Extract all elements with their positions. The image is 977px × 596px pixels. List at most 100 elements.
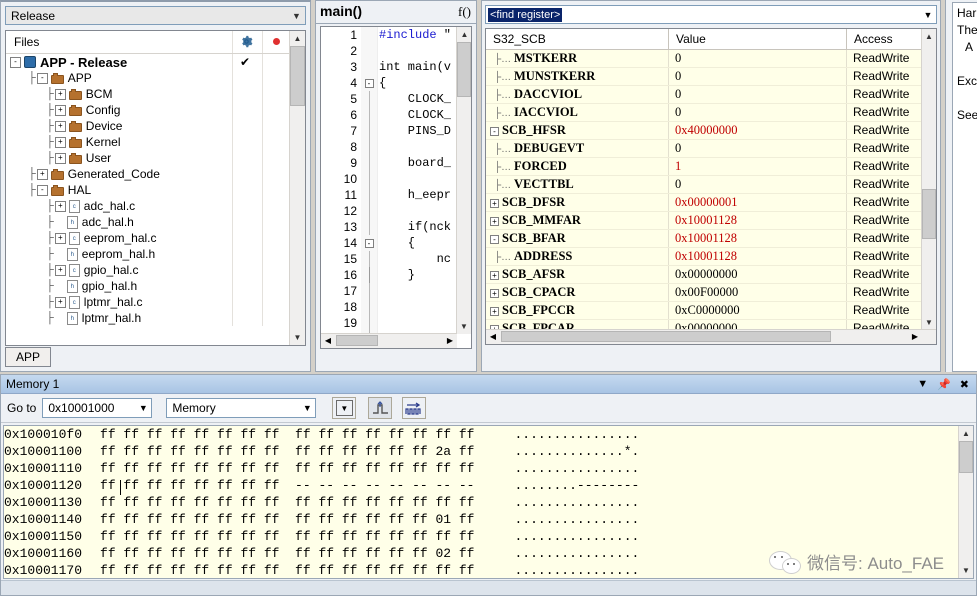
scroll-thumb[interactable]: [922, 189, 936, 239]
memory-address-input[interactable]: 0x10001000 ▼: [42, 398, 152, 418]
memory-row[interactable]: 0x10001100ff ff ff ff ff ff ff ff ff ff …: [4, 443, 973, 460]
chevron-down-icon[interactable]: ▼: [299, 403, 315, 413]
tree-item-eeprom-hal-c[interactable]: ├+ceeprom_hal.c: [6, 230, 305, 246]
tree-toggle-icon[interactable]: +: [55, 137, 66, 148]
register-row[interactable]: +SCB_AFSR0x00000000ReadWrite: [486, 266, 936, 284]
tree-item-generated-code[interactable]: ├+Generated_Code: [6, 166, 305, 182]
register-expand-icon[interactable]: +: [490, 307, 499, 316]
memory-bytes[interactable]: ff ff ff ff ff ff ff ff -- -- -- -- -- -…: [100, 478, 474, 493]
tree-toggle-icon[interactable]: +: [55, 201, 66, 212]
scroll-up-icon[interactable]: ▲: [457, 27, 472, 42]
tree-item-app-release[interactable]: -APP - Release✔: [6, 54, 305, 70]
memory-dropdown-button[interactable]: ▼: [332, 397, 356, 419]
close-icon[interactable]: ✖: [960, 378, 969, 391]
register-row[interactable]: ├…ADDRESS0x10001128ReadWrite: [486, 248, 936, 266]
register-row[interactable]: +SCB_CPACR0x00F00000ReadWrite: [486, 284, 936, 302]
tree-toggle-icon[interactable]: -: [10, 57, 21, 68]
memory-row[interactable]: 0x10001140ff ff ff ff ff ff ff ff ff ff …: [4, 511, 973, 528]
scroll-left-icon[interactable]: ◀: [486, 330, 500, 344]
scroll-thumb[interactable]: [959, 441, 973, 473]
memory-row[interactable]: 0x100010f0ff ff ff ff ff ff ff ff ff ff …: [4, 426, 973, 443]
fold-toggle-icon[interactable]: -: [361, 235, 377, 251]
chevron-down-icon[interactable]: ▼: [135, 403, 151, 413]
chevron-down-icon[interactable]: ▼: [920, 10, 936, 20]
registers-vertical-scrollbar[interactable]: ▲ ▼: [921, 29, 936, 330]
tree-toggle-icon[interactable]: +: [55, 89, 66, 100]
tree-toggle-icon[interactable]: +: [55, 265, 66, 276]
scroll-down-icon[interactable]: ▼: [457, 319, 471, 334]
fold-toggle-icon[interactable]: -: [361, 75, 377, 91]
editor-horizontal-scrollbar[interactable]: ◀ ▶: [321, 333, 457, 348]
tree-toggle-icon[interactable]: +: [55, 121, 66, 132]
register-expand-icon[interactable]: +: [490, 199, 499, 208]
tree-toggle-icon[interactable]: +: [37, 169, 48, 180]
register-row[interactable]: -SCB_BFAR0x10001128ReadWrite: [486, 230, 936, 248]
memory-row[interactable]: 0x10001150ff ff ff ff ff ff ff ff ff ff …: [4, 528, 973, 545]
register-row[interactable]: ├…IACCVIOL0ReadWrite: [486, 104, 936, 122]
register-row[interactable]: -SCB_HFSR0x40000000ReadWrite: [486, 122, 936, 140]
scroll-thumb[interactable]: [290, 46, 305, 106]
scroll-up-icon[interactable]: ▲: [922, 29, 936, 44]
registers-horizontal-scrollbar[interactable]: ◀ ▶: [486, 329, 936, 344]
register-row[interactable]: ├…FORCED1ReadWrite: [486, 158, 936, 176]
register-row[interactable]: ├…MUNSTKERR0ReadWrite: [486, 68, 936, 86]
tree-item-lptmr-hal-c[interactable]: ├+clptmr_hal.c: [6, 294, 305, 310]
scroll-right-icon[interactable]: ▶: [908, 330, 922, 344]
tree-item-adc-hal-c[interactable]: ├+cadc_hal.c: [6, 198, 305, 214]
register-expand-icon[interactable]: -: [490, 127, 499, 136]
tree-item-bcm[interactable]: ├+BCM: [6, 86, 305, 102]
gear-icon[interactable]: [240, 35, 253, 51]
editor-tab-main[interactable]: main(): [320, 3, 362, 19]
register-expand-icon[interactable]: +: [490, 217, 499, 226]
tree-item-eeprom-hal-h[interactable]: ├heeprom_hal.h: [6, 246, 305, 262]
red-dot-icon[interactable]: [273, 38, 280, 45]
register-expand-icon[interactable]: +: [490, 289, 499, 298]
tree-item-adc-hal-h[interactable]: ├hadc_hal.h: [6, 214, 305, 230]
tree-toggle-icon[interactable]: +: [55, 233, 66, 244]
register-row[interactable]: ├…VECTTBL0ReadWrite: [486, 176, 936, 194]
memory-bytes[interactable]: ff ff ff ff ff ff ff ff ff ff ff ff ff f…: [100, 563, 474, 578]
memory-row[interactable]: 0x10001170ff ff ff ff ff ff ff ff ff ff …: [4, 562, 973, 579]
tree-item-user[interactable]: ├+User: [6, 150, 305, 166]
register-row[interactable]: ├…MSTKERR0ReadWrite: [486, 50, 936, 68]
memory-bytes[interactable]: ff ff ff ff ff ff ff ff ff ff ff ff ff f…: [100, 512, 474, 527]
tree-toggle-icon[interactable]: -: [37, 73, 48, 84]
code-area[interactable]: 1234567891011121314151617181920 -- #incl…: [320, 26, 472, 349]
tree-item-app[interactable]: ├-APP: [6, 70, 305, 86]
code-folding-bar[interactable]: --: [361, 27, 378, 348]
step-signal-button[interactable]: [368, 397, 392, 419]
menu-arrow-icon[interactable]: ▼: [917, 378, 928, 391]
files-tree-scrollbar[interactable]: ▲ ▼: [289, 31, 305, 345]
tree-item-device[interactable]: ├+Device: [6, 118, 305, 134]
memory-row[interactable]: 0x10001110ff ff ff ff ff ff ff ff ff ff …: [4, 460, 973, 477]
register-row[interactable]: +SCB_DFSR0x00000001ReadWrite: [486, 194, 936, 212]
tab-app[interactable]: APP: [5, 347, 51, 367]
tree-item-lptmr-hal-h[interactable]: ├hlptmr_hal.h: [6, 310, 305, 326]
scroll-down-icon[interactable]: ▼: [290, 330, 305, 345]
memory-bytes[interactable]: ff ff ff ff ff ff ff ff ff ff ff ff ff f…: [100, 461, 474, 476]
scroll-up-icon[interactable]: ▲: [959, 426, 973, 441]
tree-toggle-icon[interactable]: +: [55, 153, 66, 164]
tree-item-hal[interactable]: ├-HAL: [6, 182, 305, 198]
memory-row[interactable]: 0x10001160ff ff ff ff ff ff ff ff ff ff …: [4, 545, 973, 562]
memory-hexdump[interactable]: 0x100010f0ff ff ff ff ff ff ff ff ff ff …: [3, 425, 974, 579]
tree-toggle-icon[interactable]: -: [37, 185, 48, 196]
memory-row[interactable]: 0x10001120ff ff ff ff ff ff ff ff -- -- …: [4, 477, 973, 494]
scroll-right-icon[interactable]: ▶: [443, 334, 457, 348]
memory-bytes[interactable]: ff ff ff ff ff ff ff ff ff ff ff ff ff f…: [100, 529, 474, 544]
chevron-down-icon[interactable]: ▼: [288, 11, 305, 21]
memory-bytes[interactable]: ff ff ff ff ff ff ff ff ff ff ff ff ff f…: [100, 495, 474, 510]
function-navigator-icon[interactable]: f(): [458, 4, 471, 20]
scroll-up-icon[interactable]: ▲: [290, 31, 305, 46]
register-row[interactable]: ├…DACCVIOL0ReadWrite: [486, 86, 936, 104]
memory-kind-combo[interactable]: Memory ▼: [166, 398, 316, 418]
scroll-thumb[interactable]: [336, 335, 378, 346]
tree-item-gpio-hal-c[interactable]: ├+cgpio_hal.c: [6, 262, 305, 278]
tree-toggle-icon[interactable]: +: [55, 105, 66, 116]
memory-row[interactable]: 0x10001130ff ff ff ff ff ff ff ff ff ff …: [4, 494, 973, 511]
tree-item-config[interactable]: ├+Config: [6, 102, 305, 118]
tree-toggle-icon[interactable]: +: [55, 297, 66, 308]
tree-item-gpio-hal-h[interactable]: ├hgpio_hal.h: [6, 278, 305, 294]
scroll-thumb[interactable]: [501, 331, 831, 342]
editor-vertical-scrollbar[interactable]: ▲ ▼: [456, 27, 471, 334]
